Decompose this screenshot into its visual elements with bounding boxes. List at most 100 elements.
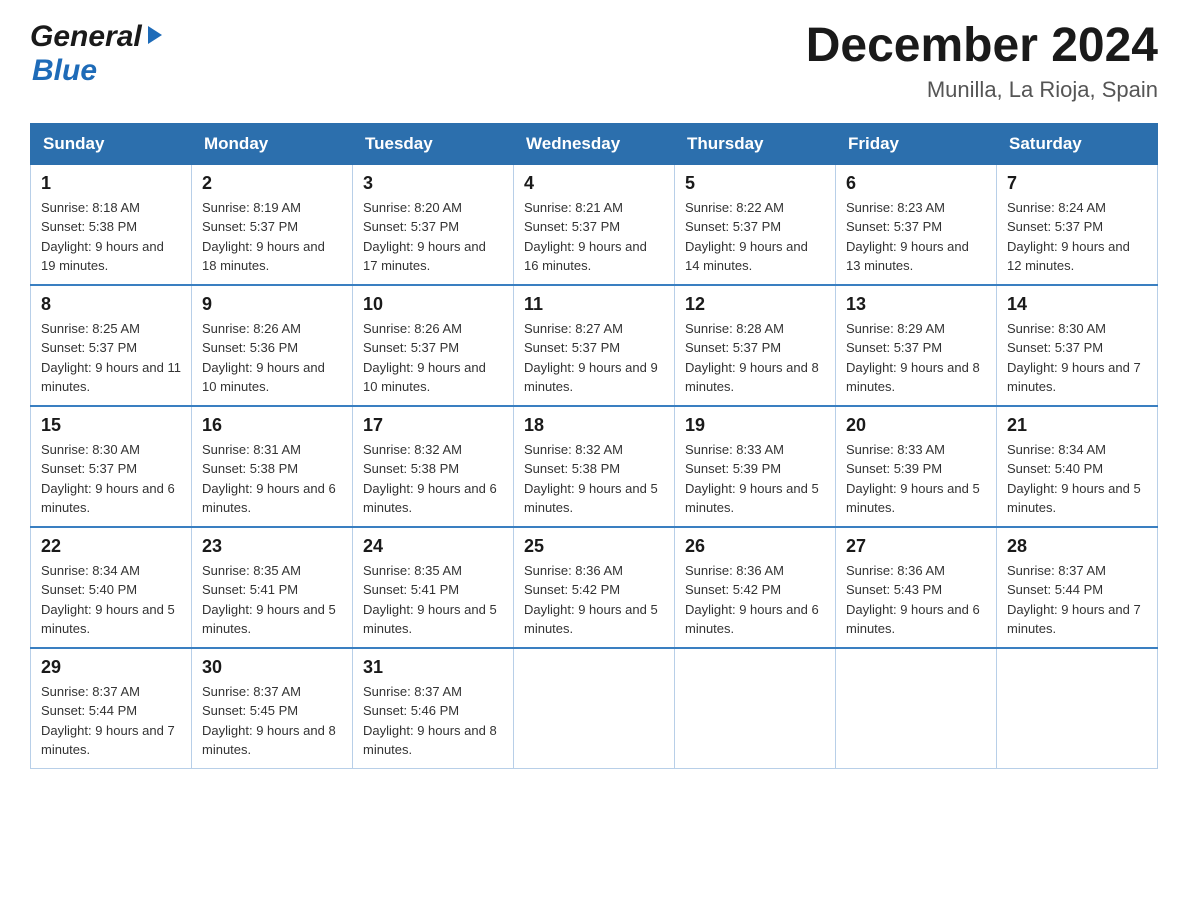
day-info: Sunrise: 8:34 AMSunset: 5:40 PMDaylight:… (41, 561, 181, 639)
day-cell-23: 23 Sunrise: 8:35 AMSunset: 5:41 PMDayligh… (192, 527, 353, 648)
day-info: Sunrise: 8:21 AMSunset: 5:37 PMDaylight:… (524, 198, 664, 276)
header-day-sunday: Sunday (31, 123, 192, 164)
day-number: 19 (685, 415, 825, 436)
header-day-thursday: Thursday (675, 123, 836, 164)
header-day-tuesday: Tuesday (353, 123, 514, 164)
day-cell-26: 26 Sunrise: 8:36 AMSunset: 5:42 PMDayligh… (675, 527, 836, 648)
day-info: Sunrise: 8:37 AMSunset: 5:44 PMDaylight:… (41, 682, 181, 760)
day-info: Sunrise: 8:19 AMSunset: 5:37 PMDaylight:… (202, 198, 342, 276)
day-number: 12 (685, 294, 825, 315)
day-info: Sunrise: 8:27 AMSunset: 5:37 PMDaylight:… (524, 319, 664, 397)
day-number: 18 (524, 415, 664, 436)
day-number: 29 (41, 657, 181, 678)
header-day-saturday: Saturday (997, 123, 1158, 164)
day-number: 8 (41, 294, 181, 315)
day-cell-22: 22 Sunrise: 8:34 AMSunset: 5:40 PMDayligh… (31, 527, 192, 648)
day-info: Sunrise: 8:20 AMSunset: 5:37 PMDaylight:… (363, 198, 503, 276)
day-info: Sunrise: 8:37 AMSunset: 5:44 PMDaylight:… (1007, 561, 1147, 639)
day-cell-7: 7Sunrise: 8:24 AMSunset: 5:37 PMDaylight… (997, 164, 1158, 285)
day-info: Sunrise: 8:36 AMSunset: 5:43 PMDaylight:… (846, 561, 986, 639)
week-row-1: 1 Sunrise: 8:18 AMSunset: 5:38 PMDaylight… (31, 164, 1158, 285)
day-cell-6: 6 Sunrise: 8:23 AMSunset: 5:37 PMDaylight… (836, 164, 997, 285)
logo: General Blue (30, 20, 166, 88)
day-cell-28: 28 Sunrise: 8:37 AMSunset: 5:44 PMDayligh… (997, 527, 1158, 648)
day-cell-30: 30 Sunrise: 8:37 AMSunset: 5:45 PMDayligh… (192, 648, 353, 769)
day-cell-19: 19 Sunrise: 8:33 AMSunset: 5:39 PMDayligh… (675, 406, 836, 527)
logo-general: General (30, 20, 142, 54)
day-cell-31: 31 Sunrise: 8:37 AMSunset: 5:46 PMDayligh… (353, 648, 514, 769)
day-number: 11 (524, 294, 664, 315)
day-number: 24 (363, 536, 503, 557)
day-info: Sunrise: 8:29 AMSunset: 5:37 PMDaylight:… (846, 319, 986, 397)
calendar-table: SundayMondayTuesdayWednesdayThursdayFrid… (30, 123, 1158, 769)
day-number: 28 (1007, 536, 1147, 557)
day-info: Sunrise: 8:18 AMSunset: 5:38 PMDaylight:… (41, 198, 181, 276)
day-cell-25: 25Sunrise: 8:36 AMSunset: 5:42 PMDayligh… (514, 527, 675, 648)
day-cell-1: 1 Sunrise: 8:18 AMSunset: 5:38 PMDaylight… (31, 164, 192, 285)
day-cell-27: 27 Sunrise: 8:36 AMSunset: 5:43 PMDayligh… (836, 527, 997, 648)
day-cell-4: 4 Sunrise: 8:21 AMSunset: 5:37 PMDaylight… (514, 164, 675, 285)
day-cell-14: 14 Sunrise: 8:30 AMSunset: 5:37 PMDayligh… (997, 285, 1158, 406)
day-number: 23 (202, 536, 342, 557)
day-info: Sunrise: 8:26 AMSunset: 5:37 PMDaylight:… (363, 319, 503, 397)
day-number: 9 (202, 294, 342, 315)
week-row-2: 8 Sunrise: 8:25 AMSunset: 5:37 PMDaylight… (31, 285, 1158, 406)
day-number: 2 (202, 173, 342, 194)
day-cell-21: 21 Sunrise: 8:34 AMSunset: 5:40 PMDayligh… (997, 406, 1158, 527)
day-info: Sunrise: 8:25 AMSunset: 5:37 PMDaylight:… (41, 319, 181, 397)
header-day-wednesday: Wednesday (514, 123, 675, 164)
day-number: 30 (202, 657, 342, 678)
day-number: 5 (685, 173, 825, 194)
day-cell-12: 12 Sunrise: 8:28 AMSunset: 5:37 PMDayligh… (675, 285, 836, 406)
day-number: 17 (363, 415, 503, 436)
day-info: Sunrise: 8:30 AMSunset: 5:37 PMDaylight:… (1007, 319, 1147, 397)
month-title: December 2024 (806, 20, 1158, 73)
empty-cell (836, 648, 997, 769)
day-cell-2: 2 Sunrise: 8:19 AMSunset: 5:37 PMDaylight… (192, 164, 353, 285)
day-info: Sunrise: 8:35 AMSunset: 5:41 PMDaylight:… (202, 561, 342, 639)
day-cell-20: 20Sunrise: 8:33 AMSunset: 5:39 PMDayligh… (836, 406, 997, 527)
logo-blue: Blue (30, 54, 97, 88)
day-info: Sunrise: 8:37 AMSunset: 5:45 PMDaylight:… (202, 682, 342, 760)
day-number: 13 (846, 294, 986, 315)
day-number: 21 (1007, 415, 1147, 436)
day-cell-18: 18Sunrise: 8:32 AMSunset: 5:38 PMDayligh… (514, 406, 675, 527)
day-cell-10: 10Sunrise: 8:26 AMSunset: 5:37 PMDayligh… (353, 285, 514, 406)
day-number: 3 (363, 173, 503, 194)
day-number: 14 (1007, 294, 1147, 315)
day-number: 4 (524, 173, 664, 194)
day-info: Sunrise: 8:26 AMSunset: 5:36 PMDaylight:… (202, 319, 342, 397)
day-cell-3: 3 Sunrise: 8:20 AMSunset: 5:37 PMDaylight… (353, 164, 514, 285)
day-info: Sunrise: 8:31 AMSunset: 5:38 PMDaylight:… (202, 440, 342, 518)
empty-cell (675, 648, 836, 769)
day-cell-13: 13 Sunrise: 8:29 AMSunset: 5:37 PMDayligh… (836, 285, 997, 406)
day-cell-29: 29 Sunrise: 8:37 AMSunset: 5:44 PMDayligh… (31, 648, 192, 769)
page-header: General Blue December 2024 Munilla, La R… (30, 20, 1158, 103)
day-number: 25 (524, 536, 664, 557)
day-number: 1 (41, 173, 181, 194)
day-cell-15: 15Sunrise: 8:30 AMSunset: 5:37 PMDayligh… (31, 406, 192, 527)
day-number: 20 (846, 415, 986, 436)
day-info: Sunrise: 8:36 AMSunset: 5:42 PMDaylight:… (685, 561, 825, 639)
empty-cell (997, 648, 1158, 769)
day-number: 6 (846, 173, 986, 194)
day-info: Sunrise: 8:28 AMSunset: 5:37 PMDaylight:… (685, 319, 825, 397)
day-number: 16 (202, 415, 342, 436)
week-row-4: 22 Sunrise: 8:34 AMSunset: 5:40 PMDayligh… (31, 527, 1158, 648)
day-cell-24: 24Sunrise: 8:35 AMSunset: 5:41 PMDayligh… (353, 527, 514, 648)
day-cell-9: 9 Sunrise: 8:26 AMSunset: 5:36 PMDaylight… (192, 285, 353, 406)
day-info: Sunrise: 8:37 AMSunset: 5:46 PMDaylight:… (363, 682, 503, 760)
day-number: 31 (363, 657, 503, 678)
day-number: 27 (846, 536, 986, 557)
day-info: Sunrise: 8:23 AMSunset: 5:37 PMDaylight:… (846, 198, 986, 276)
day-number: 22 (41, 536, 181, 557)
day-info: Sunrise: 8:34 AMSunset: 5:40 PMDaylight:… (1007, 440, 1147, 518)
day-info: Sunrise: 8:33 AMSunset: 5:39 PMDaylight:… (685, 440, 825, 518)
week-row-3: 15Sunrise: 8:30 AMSunset: 5:37 PMDayligh… (31, 406, 1158, 527)
empty-cell (514, 648, 675, 769)
day-number: 26 (685, 536, 825, 557)
day-info: Sunrise: 8:32 AMSunset: 5:38 PMDaylight:… (363, 440, 503, 518)
location: Munilla, La Rioja, Spain (806, 77, 1158, 103)
day-info: Sunrise: 8:30 AMSunset: 5:37 PMDaylight:… (41, 440, 181, 518)
header-day-friday: Friday (836, 123, 997, 164)
